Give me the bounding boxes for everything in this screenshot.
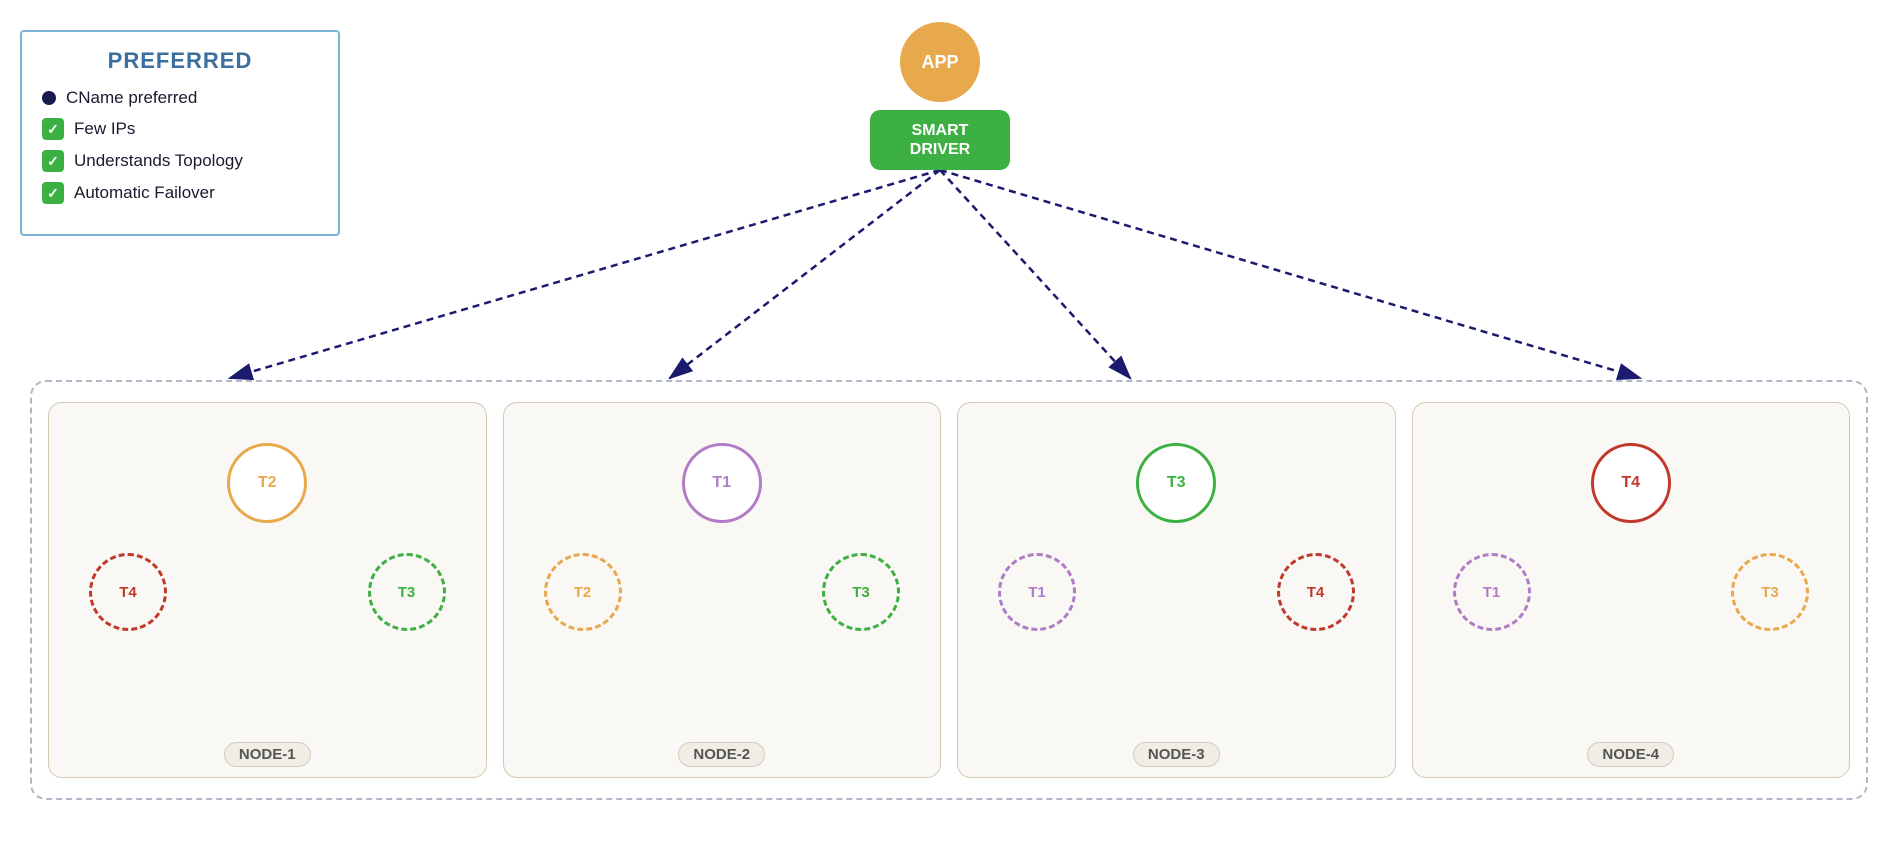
check-icon-failover: ✓: [42, 182, 64, 204]
app-node: APP: [900, 22, 980, 102]
node2-secondary-t3: T3: [822, 553, 900, 631]
legend-title: PREFERRED: [42, 48, 318, 74]
check-icon-few-ips: ✓: [42, 118, 64, 140]
legend-item-failover: ✓ Automatic Failover: [42, 182, 318, 204]
arrow-to-node3: [940, 170, 1130, 378]
smart-driver-box: SMARTDRIVER: [870, 110, 1010, 170]
legend-label-failover: Automatic Failover: [74, 183, 215, 203]
node-4-card: T4 T1 T3 NODE-4: [1412, 402, 1851, 778]
node-1-card: T2 T4 T3 NODE-1: [48, 402, 487, 778]
node1-primary-t2: T2: [227, 443, 307, 523]
node4-secondary-t1: T1: [1453, 553, 1531, 631]
node4-primary-t4: T4: [1591, 443, 1671, 523]
node-3-label: NODE-3: [1133, 742, 1220, 767]
nodes-container: T2 T4 T3 NODE-1 T1 T2 T3 NODE-2 T3 T1 T4: [30, 380, 1868, 800]
legend-label-topology: Understands Topology: [74, 151, 243, 171]
legend-box: PREFERRED CName preferred ✓ Few IPs ✓ Un…: [20, 30, 340, 236]
legend-label-few-ips: Few IPs: [74, 119, 135, 139]
node3-secondary-t4: T4: [1277, 553, 1355, 631]
node-2-card: T1 T2 T3 NODE-2: [503, 402, 942, 778]
node2-primary-t1: T1: [682, 443, 762, 523]
node1-secondary-t3: T3: [368, 553, 446, 631]
node3-secondary-t1: T1: [998, 553, 1076, 631]
legend-label-cname: CName preferred: [66, 88, 197, 108]
arrow-to-node4: [940, 170, 1640, 378]
check-icon-topology: ✓: [42, 150, 64, 172]
legend-item-cname: CName preferred: [42, 88, 318, 108]
node3-primary-t3: T3: [1136, 443, 1216, 523]
node-3-card: T3 T1 T4 NODE-3: [957, 402, 1396, 778]
legend-item-topology: ✓ Understands Topology: [42, 150, 318, 172]
arrow-to-node2: [670, 170, 940, 378]
node2-secondary-t2: T2: [544, 553, 622, 631]
node1-secondary-t4: T4: [89, 553, 167, 631]
node4-secondary-t3: T3: [1731, 553, 1809, 631]
dot-icon: [42, 91, 56, 105]
node-2-label: NODE-2: [678, 742, 765, 767]
node-1-label: NODE-1: [224, 742, 311, 767]
legend-item-few-ips: ✓ Few IPs: [42, 118, 318, 140]
node-4-label: NODE-4: [1587, 742, 1674, 767]
smart-driver-label: SMARTDRIVER: [910, 121, 970, 159]
